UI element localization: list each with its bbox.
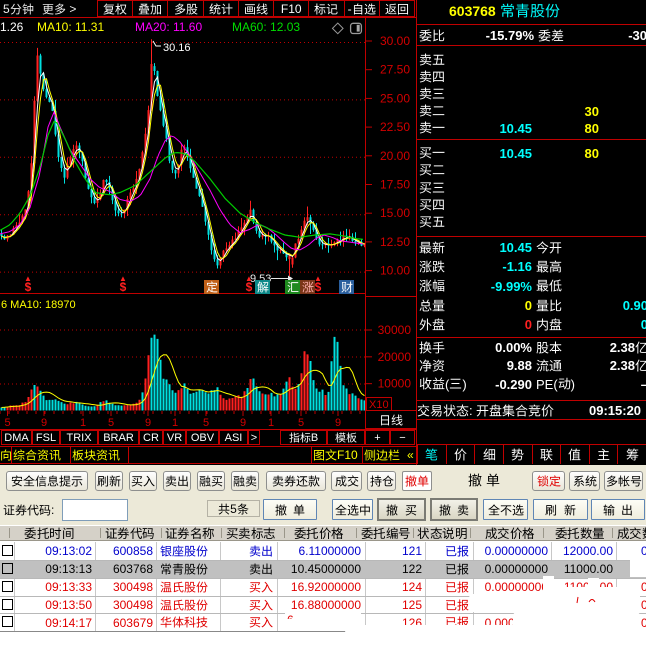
svg-text:27.50: 27.50 <box>380 63 410 77</box>
svg-text:9: 9 <box>240 417 246 429</box>
svg-text:25.00: 25.00 <box>380 91 410 105</box>
svg-text:1: 1 <box>80 417 86 429</box>
svg-text:30.00: 30.00 <box>380 34 410 48</box>
svg-text:30000: 30000 <box>378 323 412 337</box>
svg-text:10000: 10000 <box>378 377 412 391</box>
svg-text:15.00: 15.00 <box>380 206 410 220</box>
svg-text:5: 5 <box>298 417 304 429</box>
svg-text:12.50: 12.50 <box>380 235 410 249</box>
svg-text:10.00: 10.00 <box>380 264 410 278</box>
svg-text:5: 5 <box>5 417 11 429</box>
svg-text:20000: 20000 <box>378 350 412 364</box>
svg-text:9: 9 <box>41 417 47 429</box>
svg-text:22.50: 22.50 <box>380 120 410 134</box>
svg-text:17.50: 17.50 <box>380 178 410 192</box>
svg-text:20.00: 20.00 <box>380 149 410 163</box>
svg-text:9: 9 <box>145 417 151 429</box>
svg-text:1: 1 <box>268 417 274 429</box>
svg-text:30.16: 30.16 <box>163 42 191 54</box>
svg-text:5: 5 <box>203 417 209 429</box>
svg-text:1: 1 <box>172 417 178 429</box>
svg-text:9: 9 <box>335 417 341 429</box>
svg-text:5: 5 <box>108 417 114 429</box>
